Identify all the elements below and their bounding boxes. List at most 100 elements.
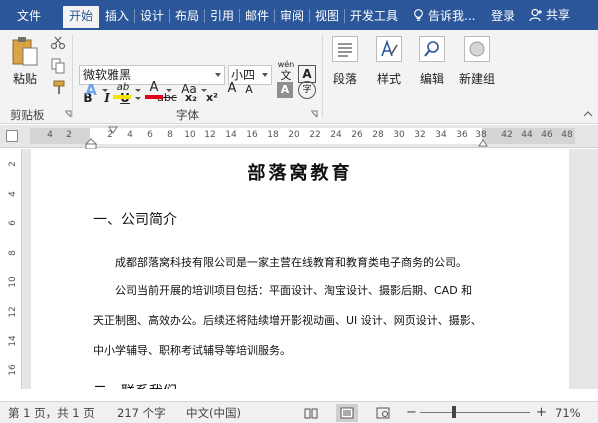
tab-home[interactable]: 开始 [63, 6, 99, 28]
tab-selector[interactable] [6, 130, 18, 142]
ruler-number: 30 [393, 130, 405, 140]
tab-separator [239, 9, 240, 23]
ruler-number: 22 [309, 130, 321, 140]
chevron-down-icon[interactable] [166, 89, 172, 92]
ruler-number: 2 [8, 161, 18, 167]
font-group-label: 字体 [176, 108, 199, 122]
zoom-out-button[interactable]: − [406, 405, 417, 421]
format-painter-icon[interactable] [50, 80, 66, 96]
ruler-number: 18 [267, 130, 279, 140]
right-indent-marker[interactable] [478, 139, 488, 147]
new-group-button[interactable]: 新建组 [456, 34, 498, 100]
chevron-down-icon[interactable] [102, 89, 108, 92]
tab-mailings[interactable]: 邮件 [241, 6, 273, 28]
ruler-number: 10 [184, 130, 196, 140]
chevron-down-icon[interactable] [135, 89, 141, 92]
ruler-number: 26 [351, 130, 363, 140]
zoom-slider-track[interactable] [420, 412, 530, 413]
chevron-down-icon[interactable] [201, 89, 207, 92]
clipboard-group-label: 剪贴板 [10, 108, 45, 122]
paragraph-button[interactable]: 段落 [328, 34, 362, 100]
cut-icon[interactable] [50, 36, 66, 50]
print-layout-icon [340, 407, 354, 419]
read-mode-icon[interactable] [304, 407, 318, 419]
ribbon-home: 粘贴 剪贴板 微软雅黑 小四 wén 文 A B I U abc x₂ x² 字… [0, 30, 598, 124]
zoom-slider-thumb[interactable] [452, 406, 456, 418]
tab-separator [204, 9, 205, 23]
editing-button[interactable]: 编辑 [414, 34, 450, 100]
tab-insert[interactable]: 插入 [101, 6, 133, 28]
ruler-number: 42 [501, 130, 513, 140]
shrink-font-button[interactable]: A [242, 80, 256, 100]
paragraph-line: 天正制图、高效办公。后续还将陆续增开影视动画、UI 设计、网页设计、摄影、 [93, 314, 482, 327]
collapse-ribbon-icon[interactable] [583, 110, 593, 118]
ruler-number: 14 [225, 130, 237, 140]
tell-me-box[interactable]: 告诉我... [413, 6, 475, 26]
highlight-color-swatch [113, 95, 131, 99]
copy-icon[interactable] [50, 58, 66, 74]
vertical-ruler[interactable]: 2 4 6 8 10 12 14 16 [4, 149, 22, 389]
page-count[interactable]: 第 1 页，共 1 页 [8, 405, 95, 421]
web-layout-icon[interactable] [376, 407, 390, 419]
ruler-number: 6 [8, 220, 18, 226]
ruler-number: 48 [561, 130, 573, 140]
ruler-number: 6 [147, 130, 153, 140]
zoom-in-button[interactable]: + [536, 405, 547, 421]
print-layout-button[interactable] [336, 404, 358, 422]
enclose-characters-button[interactable]: 字 [298, 81, 316, 99]
tab-references[interactable]: 引用 [206, 6, 238, 28]
text-effects-button[interactable]: A [82, 80, 100, 100]
clipboard-icon [12, 37, 38, 66]
chevron-down-icon[interactable] [135, 97, 141, 100]
ruler-number: 8 [167, 130, 173, 140]
horizontal-ruler-row: 4 2 2 4 6 8 10 12 14 16 18 20 22 24 26 2… [0, 125, 598, 150]
sign-in-link[interactable]: 登录 [491, 6, 515, 26]
tab-view[interactable]: 视图 [311, 6, 343, 28]
tab-design[interactable]: 设计 [136, 6, 168, 28]
status-bar: 第 1 页，共 1 页 217 个字 中文(中国) − + 71% [0, 401, 598, 423]
ruler-number: 46 [541, 130, 553, 140]
styles-button[interactable]: 样式 [370, 34, 408, 100]
ruler-number: 44 [521, 130, 533, 140]
ruler-number: 14 [8, 335, 18, 347]
tab-layout[interactable]: 布局 [171, 6, 203, 28]
dialog-launcher-icon[interactable] [64, 110, 72, 118]
highlight-label: ab [116, 82, 130, 93]
document-title: 部落窝教育 [247, 163, 353, 184]
tab-file[interactable]: 文件 [8, 6, 50, 28]
paragraph-line: 成都部落窝科技有限公司是一家主营在线教育和教育类电子商务的公司。 [115, 256, 467, 269]
grow-font-button[interactable]: A [225, 79, 239, 99]
tab-separator [344, 9, 345, 23]
ruler-number: 32 [414, 130, 426, 140]
paragraph-label: 段落 [332, 72, 357, 86]
group-separator [72, 34, 73, 118]
ruler-number: 16 [8, 364, 18, 376]
dialog-launcher-icon[interactable] [310, 110, 318, 118]
character-shading-button[interactable]: A [277, 82, 293, 98]
change-case-button[interactable]: Aa [178, 79, 200, 99]
paste-button[interactable]: 粘贴 [8, 34, 42, 90]
first-line-indent-marker[interactable] [108, 126, 118, 134]
heading-contact-us: 二、联系我们 [93, 381, 177, 389]
ruler-number: 12 [8, 306, 18, 318]
ruler-number: 4 [47, 130, 53, 140]
ruler-number: 16 [246, 130, 258, 140]
tab-separator [169, 9, 170, 23]
editing-label: 编辑 [419, 72, 444, 86]
ruler-number: 24 [330, 130, 342, 140]
share-button[interactable]: 共享 [529, 4, 585, 26]
font-color-swatch [145, 95, 163, 99]
tab-developer[interactable]: 开发工具 [346, 6, 402, 28]
font-color-label: A [149, 80, 159, 95]
tab-review[interactable]: 审阅 [276, 6, 308, 28]
zoom-level[interactable]: 71% [555, 405, 581, 421]
language-indicator[interactable]: 中文(中国) [186, 405, 241, 421]
ruler-number: 34 [435, 130, 447, 140]
document-page[interactable]: 部落窝教育 一、公司简介 成都部落窝科技有限公司是一家主营在线教育和教育类电子商… [31, 149, 569, 389]
ruler-number: 2 [66, 130, 72, 140]
ribbon-tab-bar: 文件 开始 插入 设计 布局 引用 邮件 审阅 视图 开发工具 告诉我... 登… [0, 0, 598, 30]
word-count[interactable]: 217 个字 [117, 405, 166, 421]
share-label: 共享 [546, 8, 571, 22]
tab-separator [309, 9, 310, 23]
ruler-number: 8 [8, 250, 18, 256]
